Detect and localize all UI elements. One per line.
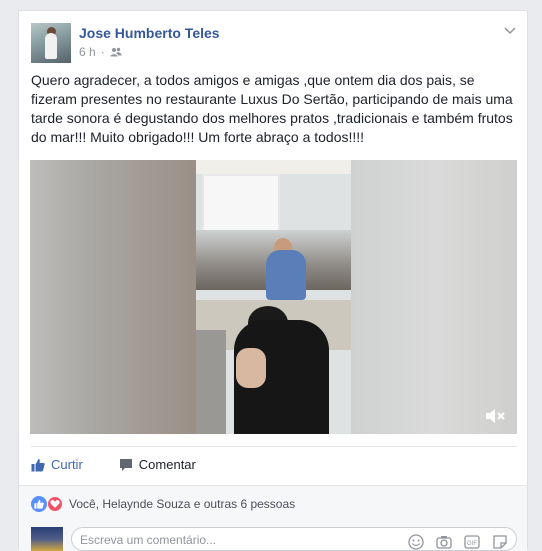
reactions-summary[interactable]: Você, Helaynde Souza e outras 6 pessoas (69, 497, 295, 511)
comment-label: Comentar (138, 457, 196, 472)
video-blur-right (351, 160, 517, 434)
post-card: Jose Humberto Teles 6 h · Quero agradece… (18, 10, 528, 551)
post-time[interactable]: 6 h (79, 45, 96, 59)
mute-icon[interactable] (485, 408, 505, 424)
like-button[interactable]: Curtir (31, 447, 83, 477)
love-reaction-icon (47, 495, 63, 512)
post-meta: 6 h · (79, 45, 122, 59)
emoji-icon[interactable] (407, 533, 425, 551)
video-frame[interactable] (196, 160, 351, 434)
video-blur-left (30, 160, 196, 434)
friends-icon[interactable] (110, 46, 122, 58)
sticker-icon[interactable] (491, 533, 509, 551)
gif-icon[interactable]: GIF (463, 533, 481, 551)
commenter-avatar[interactable] (31, 527, 63, 551)
chevron-down-icon[interactable] (503, 23, 517, 37)
post-text-line: tarde sonora é degustando dos melhores p… (31, 110, 513, 126)
author-avatar[interactable] (31, 23, 71, 63)
post-actions: Curtir Comentar (31, 446, 517, 476)
post-video[interactable] (30, 160, 517, 434)
meta-separator: · (100, 45, 105, 59)
author-name[interactable]: Jose Humberto Teles (79, 25, 220, 41)
comment-composer: Escreva um comentário... GIF (19, 521, 527, 551)
comment-button[interactable]: Comentar (119, 447, 196, 477)
thumbs-up-icon (31, 458, 45, 471)
comment-bubble-icon (119, 458, 132, 471)
reactions-bar[interactable]: Você, Helaynde Souza e outras 6 pessoas (19, 485, 527, 521)
post-text: Quero agradecer, a todos amigos e amigas… (31, 71, 519, 147)
like-label: Curtir (51, 457, 83, 472)
comment-tools: GIF (407, 533, 509, 551)
like-reaction-icon (31, 495, 47, 512)
post-text-line: Quero agradecer, a todos amigos e amigas… (31, 72, 475, 88)
camera-icon[interactable] (435, 533, 453, 551)
post-text-line: do mar!!! Muito obrigado!!! Um forte abr… (31, 129, 365, 145)
post-text-line: fizeram presentes no restaurante Luxus D… (31, 91, 513, 107)
